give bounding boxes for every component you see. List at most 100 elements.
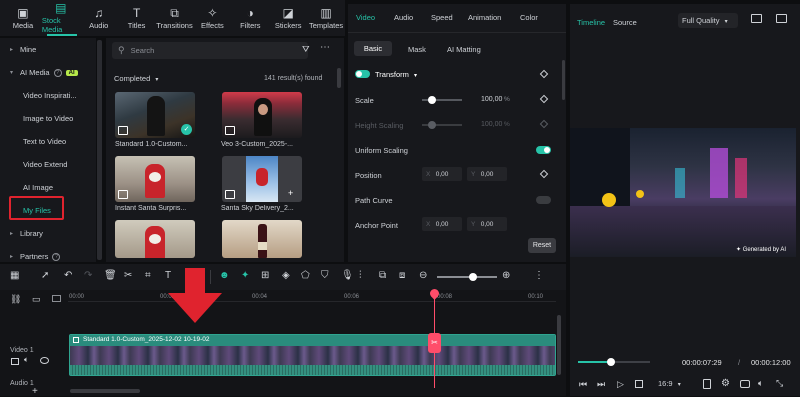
- microphone-icon[interactable]: 🎙︎: [341, 271, 354, 281]
- split-icon[interactable]: ✂: [124, 271, 132, 281]
- tab-video[interactable]: Video: [356, 13, 375, 22]
- media-thumbnail[interactable]: [222, 92, 302, 138]
- subtab-basic[interactable]: Basic: [354, 41, 392, 56]
- zoom-in-icon[interactable]: ⊕: [502, 271, 510, 281]
- tab-media[interactable]: ▣ Media: [4, 0, 42, 36]
- tab-effects[interactable]: ✧ Effects: [193, 0, 231, 36]
- split-marker-icon[interactable]: ✂: [428, 333, 441, 353]
- tab-color[interactable]: Color: [520, 13, 538, 22]
- sidebar-item-library[interactable]: ▸ Library: [0, 222, 96, 245]
- anchor-y-field[interactable]: Y 0,00: [467, 217, 507, 231]
- audio-mixer-icon[interactable]: ⫶: [359, 271, 362, 281]
- timeline-hscrollbar[interactable]: [70, 389, 140, 393]
- timeline-settings-icon[interactable]: ⋮: [534, 271, 544, 281]
- preview-progress-track[interactable]: [578, 358, 650, 366]
- more-icon[interactable]: ⋯: [320, 42, 330, 53]
- sidebar-scrollbar[interactable]: [97, 40, 102, 260]
- play-icon[interactable]: ▷: [617, 379, 624, 390]
- captions-icon[interactable]: ⧉: [379, 271, 386, 281]
- stop-icon[interactable]: [635, 380, 643, 388]
- sidebar-item-video-extend[interactable]: Video Extend: [0, 153, 96, 176]
- subtab-mask[interactable]: Mask: [408, 45, 426, 54]
- select-tool-icon[interactable]: ➚: [41, 271, 49, 281]
- text-tool-icon[interactable]: T: [165, 271, 171, 281]
- marker-icon[interactable]: ⬠: [301, 271, 310, 281]
- sidebar-item-video-inspiration[interactable]: Video Inspirati...: [0, 84, 96, 107]
- media-thumbnail[interactable]: +: [222, 156, 302, 202]
- path-curve-toggle[interactable]: [536, 196, 551, 204]
- scale-slider[interactable]: [422, 96, 462, 104]
- tab-templates[interactable]: ▥ Templates: [307, 0, 345, 36]
- tab-stock-media[interactable]: ▤ Stock Media: [42, 0, 80, 36]
- sidebar-item-ai-media[interactable]: ▾ AI Media? AI: [0, 61, 96, 84]
- ruler[interactable]: [68, 290, 556, 302]
- pip-icon[interactable]: ⧈: [399, 271, 405, 281]
- crop-icon[interactable]: ⌗: [145, 271, 151, 281]
- help-icon[interactable]: ?: [53, 68, 62, 77]
- add-track-icon[interactable]: +: [32, 386, 38, 397]
- tab-audio[interactable]: ♫ Audio: [80, 0, 118, 36]
- undo-icon[interactable]: ↶: [64, 271, 72, 281]
- media-thumbnail[interactable]: [222, 220, 302, 258]
- timeline-vscrollbar[interactable]: [557, 315, 561, 375]
- layout-icon[interactable]: ▦: [10, 271, 19, 281]
- search-input[interactable]: ⚲ Search: [112, 42, 308, 59]
- anchor-x-field[interactable]: X 0,00: [422, 217, 462, 231]
- volume-icon[interactable]: 🔈︎: [758, 378, 763, 389]
- position-y-field[interactable]: Y 0,00: [467, 167, 507, 181]
- quality-dropdown[interactable]: Full Quality ▾: [678, 13, 738, 28]
- media-scrollbar[interactable]: [337, 68, 341, 88]
- sidebar-item-mine[interactable]: ▸ Mine: [0, 38, 96, 61]
- tab-timeline[interactable]: Timeline: [577, 18, 605, 27]
- track-settings-icon[interactable]: ▭: [32, 294, 41, 305]
- media-thumbnail[interactable]: ✓: [115, 92, 195, 138]
- snapshot-view-icon[interactable]: [751, 14, 762, 23]
- eye-icon[interactable]: [40, 357, 49, 364]
- video-clip[interactable]: Standard 1.0-Custom_2025-12-02 10-19-02: [69, 334, 556, 376]
- zoom-slider[interactable]: [437, 273, 497, 281]
- prev-frame-icon[interactable]: ⏮: [579, 379, 587, 390]
- position-x-field[interactable]: X 0,00: [422, 167, 462, 181]
- sidebar-item-text-to-video[interactable]: Text to Video: [0, 130, 96, 153]
- tab-audio[interactable]: Audio: [394, 13, 413, 22]
- tab-transitions[interactable]: ⧉ Transitions: [156, 0, 194, 36]
- render-icon[interactable]: [703, 379, 711, 389]
- track-lock-icon[interactable]: [52, 295, 61, 302]
- help-icon[interactable]: ?: [52, 252, 61, 261]
- speaker-icon[interactable]: 🔈︎: [24, 355, 29, 365]
- sidebar-item-image-to-video[interactable]: Image to Video: [0, 107, 96, 130]
- delete-icon[interactable]: 🗑︎: [104, 271, 117, 281]
- media-thumbnail[interactable]: [115, 220, 195, 258]
- fullscreen-icon[interactable]: ⤡: [776, 378, 783, 389]
- ai-edit-icon[interactable]: ✦: [241, 271, 249, 281]
- shield-icon[interactable]: ⛉: [321, 271, 329, 281]
- settings-icon[interactable]: ⚙: [721, 378, 730, 389]
- ai-media-icon[interactable]: ⊞: [261, 271, 269, 281]
- zoom-slider-knob[interactable]: [469, 273, 477, 281]
- media-thumbnail[interactable]: [115, 156, 195, 202]
- transform-toggle[interactable]: [355, 70, 370, 78]
- reset-button[interactable]: Reset: [528, 238, 556, 253]
- redo-icon[interactable]: ↷: [84, 271, 92, 281]
- tab-source[interactable]: Source: [613, 18, 637, 27]
- subtab-ai-matting[interactable]: AI Matting: [447, 45, 481, 54]
- tab-animation[interactable]: Animation: [468, 13, 501, 22]
- tab-titles[interactable]: T Titles: [118, 0, 156, 36]
- aspect-dropdown[interactable]: 16:9 ▾: [658, 379, 681, 388]
- props-scrollbar[interactable]: [562, 60, 565, 100]
- tab-speed[interactable]: Speed: [431, 13, 453, 22]
- ai-assistant-icon[interactable]: ☻: [219, 271, 230, 281]
- next-frame-icon[interactable]: ⏭: [597, 379, 605, 390]
- image-icon[interactable]: [776, 14, 787, 23]
- folder-icon[interactable]: [11, 358, 19, 365]
- link-icon[interactable]: ⛓: [10, 294, 21, 305]
- camera-icon[interactable]: [740, 380, 750, 388]
- scale-value[interactable]: 100,00: [481, 96, 502, 103]
- tab-filters[interactable]: ◑ Filters: [231, 0, 269, 36]
- filter-icon[interactable]: ⛛: [302, 44, 310, 55]
- copilot-icon[interactable]: ◈: [282, 271, 290, 281]
- zoom-out-icon[interactable]: ⊖: [419, 271, 427, 281]
- uniform-scaling-toggle[interactable]: [536, 146, 551, 154]
- status-filter-dropdown[interactable]: Completed ▾: [114, 74, 158, 83]
- add-icon[interactable]: +: [288, 188, 293, 198]
